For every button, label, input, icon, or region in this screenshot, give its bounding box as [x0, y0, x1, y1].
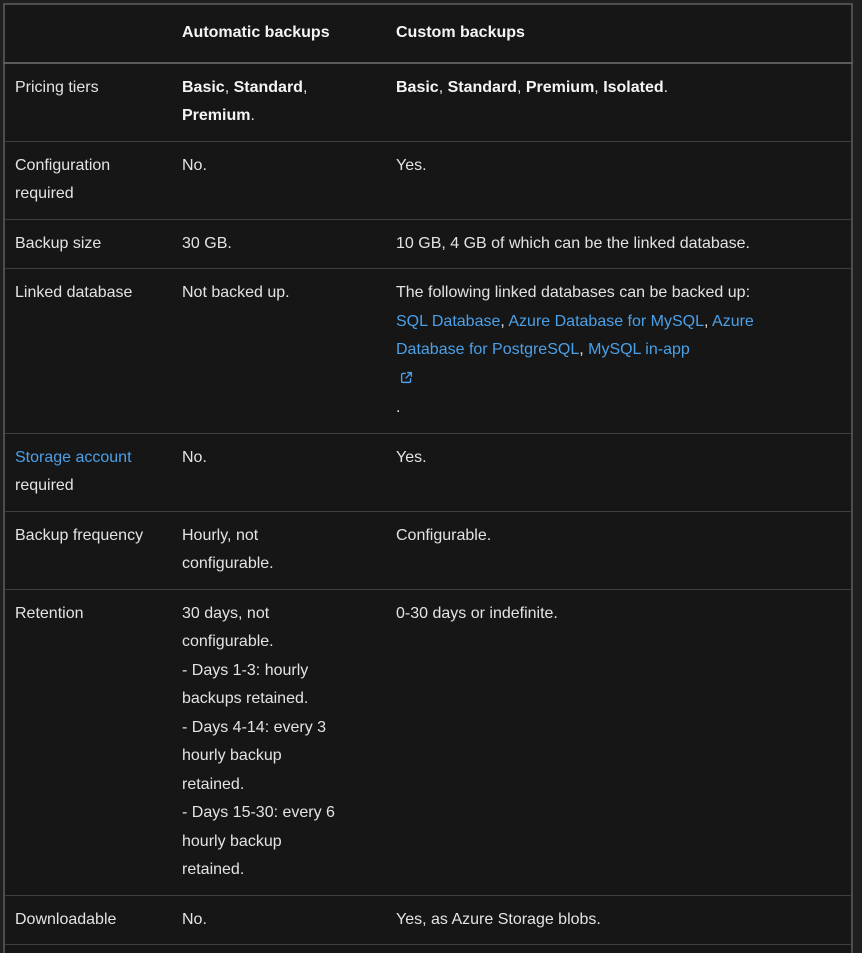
text-segment: The following linked databases can be ba… — [396, 284, 751, 301]
row-label-cell: Backup size — [4, 218, 172, 269]
backups-comparison-table: Automatic backups Custom backups Pricing… — [3, 3, 853, 953]
custom-value-cell: Supported. — [386, 944, 852, 953]
row-label-cell: Backup frequency — [4, 510, 172, 589]
row-label-cell: Storage account required — [4, 432, 172, 511]
text-segment: Linked database — [15, 284, 133, 301]
header-custom-backups: Custom backups — [386, 4, 852, 64]
custom-value-cell: Yes, as Azure Storage blobs. — [386, 894, 852, 945]
text-segment: No. — [182, 448, 207, 466]
auto-value-cell: No. — [172, 894, 386, 945]
text-segment: , — [579, 341, 589, 358]
text-segment: 0-30 days or indefinite. — [396, 604, 558, 622]
text-segment: required — [15, 477, 74, 494]
text-segment: Basic — [182, 78, 225, 96]
row-label-cell: Linked database — [4, 268, 172, 433]
table-row-configuration-required: Configuration required No. Yes. — [4, 140, 852, 219]
text-segment: . — [250, 107, 255, 124]
table-row-linked-database: Linked database Not backed up. The follo… — [4, 268, 852, 433]
text-segment: , — [224, 78, 234, 96]
text-segment: , — [704, 312, 713, 330]
row-label-cell: Downloadable — [4, 894, 172, 945]
page: Automatic backups Custom backups Pricing… — [0, 0, 862, 953]
text-segment: Hourly, not configurable. — [182, 526, 274, 573]
link[interactable]: SQL Database — [396, 313, 500, 330]
text-segment: , — [516, 78, 526, 96]
auto-value-cell: Not supported. — [172, 944, 386, 953]
table-row-backup-size: Backup size 30 GB. 10 GB, 4 GB of which … — [4, 218, 852, 269]
text-segment: Backup frequency — [15, 526, 144, 544]
text-segment: 30 GB. — [182, 234, 232, 252]
auto-value-cell: No. — [172, 432, 386, 511]
text-segment: 30 days, not configurable. - Days 1-3: h… — [182, 604, 335, 879]
custom-value-cell: Yes. — [386, 432, 852, 511]
header-automatic-backups: Automatic backups — [172, 4, 386, 64]
custom-value-cell: Yes. — [386, 140, 852, 219]
text-segment: Yes. — [396, 156, 427, 174]
row-label-cell: Retention — [4, 588, 172, 895]
text-segment: Yes. — [396, 448, 427, 466]
table-row-backup-frequency: Backup frequency Hourly, not configurabl… — [4, 510, 852, 589]
link[interactable]: Storage account — [15, 449, 132, 466]
text-segment: Premium — [525, 78, 595, 96]
text-segment: , — [594, 78, 604, 96]
text-segment: Isolated — [603, 78, 664, 96]
table-row-pricing-tiers: Pricing tiers Basic, Standard, Premium. … — [4, 63, 852, 142]
custom-value-cell: Basic, Standard, Premium, Isolated. — [386, 63, 852, 142]
table-row-storage-account-required: Storage account required No. Yes. — [4, 432, 852, 511]
text-segment: Standard — [233, 78, 303, 96]
text-segment: Retention — [15, 604, 84, 622]
custom-value-cell: The following linked databases can be ba… — [386, 268, 852, 433]
table-row-partial-backups: Partial backups Not supported. Supported… — [4, 944, 852, 953]
header-blank-cell — [4, 4, 172, 64]
table-row-retention: Retention 30 days, not configurable. - D… — [4, 588, 852, 895]
text-segment: . — [396, 399, 401, 416]
text-segment: Configurable. — [396, 526, 492, 544]
custom-value-cell: 0-30 days or indefinite. — [386, 588, 852, 895]
text-segment: Configuration required — [15, 156, 111, 203]
text-segment: 10 GB, 4 GB of which can be the linked d… — [396, 234, 750, 252]
text-segment: Yes, as Azure Storage blobs. — [396, 910, 601, 928]
text-segment: , — [302, 78, 308, 96]
text-segment: Premium — [182, 107, 251, 124]
text-segment: No. — [182, 910, 207, 928]
auto-value-cell: Not backed up. — [172, 268, 386, 433]
auto-value-cell: 30 days, not configurable. - Days 1-3: h… — [172, 588, 386, 895]
auto-value-cell: No. — [172, 140, 386, 219]
text-segment: Not backed up. — [182, 284, 290, 301]
text-segment: Backup size — [15, 234, 102, 252]
text-segment: Downloadable — [15, 910, 117, 928]
text-segment: No. — [182, 156, 207, 174]
text-segment: Basic — [396, 78, 439, 96]
external-link-icon — [400, 366, 413, 395]
row-label-cell: Pricing tiers — [4, 63, 172, 142]
row-label-cell: Partial backups — [4, 944, 172, 953]
table-row-downloadable: Downloadable No. Yes, as Azure Storage b… — [4, 894, 852, 945]
auto-value-cell: Basic, Standard, Premium. — [172, 63, 386, 142]
auto-value-cell: Hourly, not configurable. — [172, 510, 386, 589]
custom-value-cell: Configurable. — [386, 510, 852, 589]
text-segment: . — [663, 78, 669, 96]
row-label-cell: Configuration required — [4, 140, 172, 219]
text-segment: Pricing tiers — [15, 78, 99, 96]
link[interactable]: Azure Database for MySQL — [508, 313, 704, 330]
text-segment: , — [438, 78, 448, 96]
text-segment: Standard — [447, 78, 517, 96]
link[interactable]: MySQL in-app — [588, 341, 690, 358]
table-header-row: Automatic backups Custom backups — [4, 4, 852, 64]
custom-value-cell: 10 GB, 4 GB of which can be the linked d… — [386, 218, 852, 269]
auto-value-cell: 30 GB. — [172, 218, 386, 269]
